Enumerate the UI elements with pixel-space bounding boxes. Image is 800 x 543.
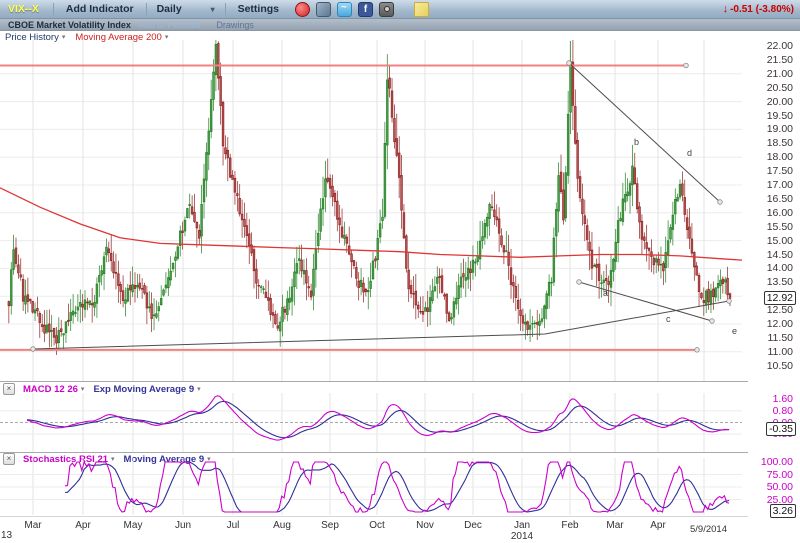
alarm-icon[interactable] — [295, 2, 310, 17]
month-label-feb: Feb — [553, 520, 587, 531]
month-label-aug: Aug — [265, 520, 299, 531]
month-label-mar: Mar — [598, 520, 632, 531]
charting-app: VIX--X Add Indicator Daily ▾ Settings f … — [0, 0, 800, 543]
price-tick-label: 15.00 — [767, 235, 793, 247]
chevron-down-icon: ▾ — [197, 385, 201, 393]
quote-change: ↓ -0.51 (-3.80%) — [723, 3, 794, 15]
macd-axis[interactable]: 1.600.800.00-0.80-0.35 — [744, 393, 800, 452]
price-tick-label: 20.00 — [767, 96, 793, 108]
add-indicator-button[interactable]: Add Indicator — [66, 3, 134, 15]
twitter-icon[interactable] — [337, 2, 352, 17]
price-tick-label: 12.00 — [767, 318, 793, 330]
month-label-jun: Jun — [166, 520, 200, 531]
year-label: 2014 — [505, 531, 539, 542]
panel-separator — [0, 381, 748, 382]
annotation-letter-c: c — [666, 314, 671, 324]
macd-tick-label: 0.80 — [773, 405, 793, 417]
price-tick-label: 21.00 — [767, 68, 793, 80]
month-label-apr: Apr — [66, 520, 100, 531]
year-start-label: 13 — [1, 530, 12, 541]
annotation-letter-b: b — [634, 137, 639, 147]
macd-chart-canvas[interactable] — [0, 393, 742, 452]
price-tick-label: 14.50 — [767, 249, 793, 261]
month-label-oct: Oct — [360, 520, 394, 531]
toolbar-divider — [53, 3, 54, 15]
month-label-mar: Mar — [16, 520, 50, 531]
toolbar-divider — [146, 3, 147, 15]
month-label-may: May — [116, 520, 150, 531]
price-chart-canvas[interactable]: a b c d e — [0, 40, 742, 381]
sticky-note-icon[interactable] — [414, 2, 429, 17]
price-axis[interactable]: 22.00 21.50 21.00 20.50 20.00 19.5019.00 18.50… — [744, 40, 800, 381]
add-to-portfolio-link[interactable]: Add to Portfolio — [139, 20, 201, 30]
stoch-axis[interactable]: 100.0075.0050.0025.003.26 — [744, 458, 800, 515]
quote-change-value: -0.51 (-3.80%) — [730, 4, 794, 15]
toolbar-divider — [225, 3, 226, 15]
stoch-chart-canvas[interactable] — [0, 458, 742, 515]
price-tick-label: 14.00 — [767, 262, 793, 274]
facebook-icon[interactable]: f — [358, 2, 373, 17]
drawings-link[interactable]: Drawings — [216, 20, 254, 30]
settings-button[interactable]: Settings — [238, 3, 279, 15]
annotation-letter-a: a — [603, 288, 608, 298]
price-tick-label: 11.50 — [768, 332, 794, 344]
month-label-jan: Jan — [505, 520, 539, 531]
month-label-dec: Dec — [456, 520, 490, 531]
toolbar-icons: f — [295, 2, 429, 17]
camera-icon[interactable] — [379, 2, 394, 17]
down-arrow-icon: ↓ — [723, 3, 729, 15]
price-tick-label: 15.50 — [767, 221, 793, 233]
month-label-apr: Apr — [641, 520, 675, 531]
price-tick-label: 13.50 — [767, 276, 793, 288]
month-label-jul: Jul — [216, 520, 250, 531]
month-label-nov: Nov — [408, 520, 442, 531]
price-tick-label: 17.00 — [767, 179, 793, 191]
price-tick-label: 16.00 — [767, 207, 793, 219]
instrument-name: CBOE Market Volatility Index — [8, 20, 131, 30]
toolbar: VIX--X Add Indicator Daily ▾ Settings f … — [0, 0, 800, 19]
price-tick-label: 12.50 — [767, 304, 793, 316]
last-date-label: 5/9/2014 — [690, 524, 727, 535]
period-select[interactable]: Daily ▾ — [157, 3, 215, 15]
price-tick-label: 18.00 — [767, 151, 793, 163]
cube-icon[interactable] — [316, 2, 331, 17]
time-axis: 13 5/9/2014 Mar Apr May Jun Jul Aug Sep Oct Nov D… — [0, 516, 800, 543]
price-tick-label: 19.00 — [767, 123, 793, 135]
stoch-tick-label: 50.00 — [767, 481, 793, 493]
price-tick-label: 18.50 — [767, 137, 793, 149]
macd-tick-label: 1.60 — [773, 393, 793, 405]
stoch-tick-label: 75.00 — [767, 469, 793, 481]
annotation-letter-e: e — [732, 326, 737, 336]
macd-value-box: -0.35 — [766, 422, 796, 436]
subbar: CBOE Market Volatility Index Add to Port… — [0, 19, 800, 31]
price-tick-label: 10.50 — [767, 360, 793, 372]
price-tick-label: 22.00 — [767, 40, 793, 52]
price-tick-label: 20.50 — [767, 82, 793, 94]
last-price-box: 12.92 — [764, 291, 796, 305]
period-select-value: Daily — [157, 3, 182, 15]
price-tick-label: 19.50 — [767, 110, 793, 122]
chevron-down-icon: ▾ — [211, 5, 215, 14]
price-tick-label: 17.50 — [767, 165, 793, 177]
annotation-letter-d: d — [687, 148, 692, 158]
stoch-tick-label: 100.00 — [761, 456, 793, 468]
chevron-down-icon: ▾ — [81, 385, 85, 393]
price-tick-label: 16.50 — [767, 193, 793, 205]
month-label-sep: Sep — [313, 520, 347, 531]
symbol-label[interactable]: VIX--X — [8, 3, 39, 15]
stoch-value-box: 3.26 — [770, 504, 796, 518]
price-tick-label: 21.50 — [767, 54, 793, 66]
price-tick-label: 11.00 — [768, 346, 794, 358]
